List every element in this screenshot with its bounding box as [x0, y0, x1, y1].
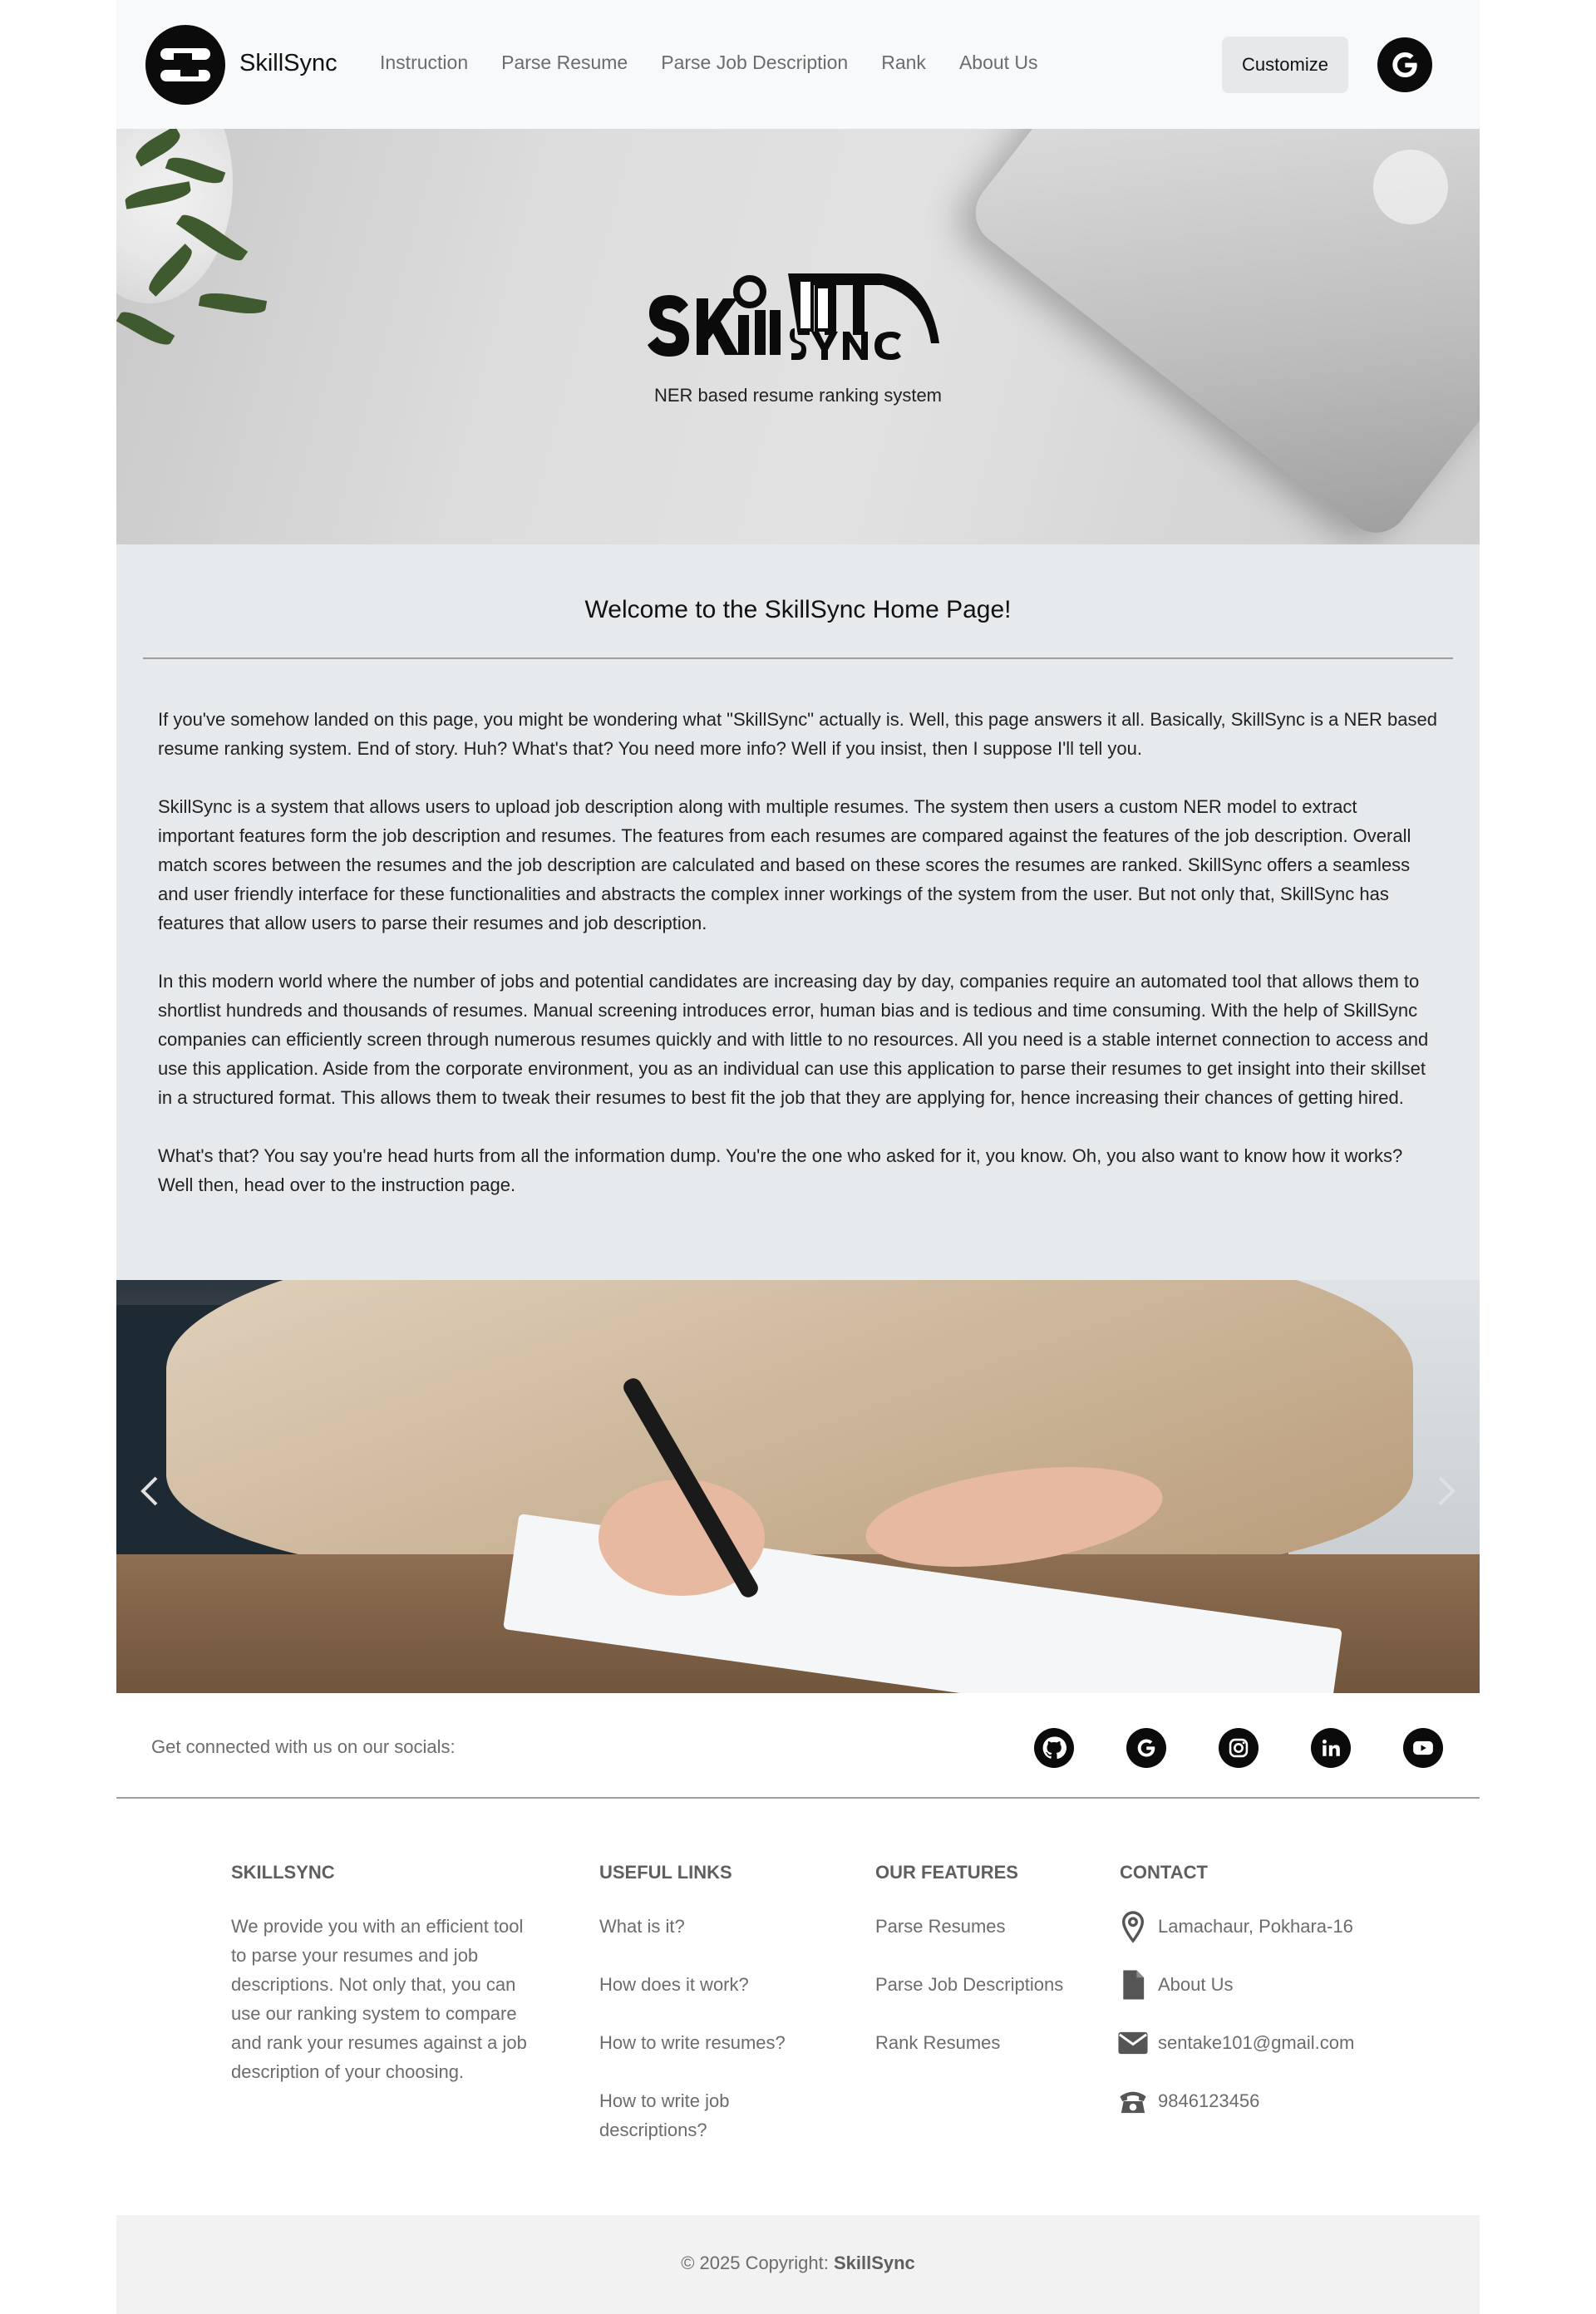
nav-link-parse-resume[interactable]: Parse Resume [501, 52, 628, 74]
contact-text: Lamachaur, Pokhara-16 [1158, 1915, 1353, 1937]
google-icon[interactable] [1126, 1728, 1166, 1768]
brand-name[interactable]: SkillSync [239, 50, 337, 77]
footer-link-rank-resumes[interactable]: Rank Resumes [875, 2028, 1091, 2057]
youtube-icon[interactable] [1403, 1728, 1443, 1768]
contact-text[interactable]: sentake101@gmail.com [1158, 2032, 1354, 2054]
page: SkillSync Instruction Parse Resume Parse… [116, 0, 1480, 2314]
footer-contact: Contact Lamachaur, Pokhara-16 About Us s… [1118, 1862, 1386, 2144]
copyright-prefix: © 2025 Copyright: [681, 2252, 834, 2273]
footer-link-how-to-write-job-descriptions[interactable]: How to write job descriptions? [599, 2086, 766, 2144]
footer-about: SkillSync We provide you with an efficie… [231, 1862, 530, 2086]
footer-heading: SkillSync [231, 1862, 335, 1883]
contact-email: sentake101@gmail.com [1118, 2028, 1386, 2057]
apple-logo-icon [1373, 150, 1448, 224]
copyright-text: © 2025 Copyright: SkillSync [116, 2252, 1480, 2274]
social-text: Get connected with us on our socials: [151, 1736, 456, 1757]
nav-link-instruction[interactable]: Instruction [380, 52, 468, 74]
google-icon[interactable] [1377, 37, 1432, 92]
footer-heading: Contact [1120, 1862, 1208, 1883]
social-bar: Get connected with us on our socials: [116, 1693, 1480, 1799]
footer-features: Our Features Parse Resumes Parse Job Des… [875, 1862, 1091, 2086]
contact-text[interactable]: About Us [1158, 1974, 1234, 1996]
document-icon [1116, 1968, 1150, 2001]
skillsync-logo [648, 273, 939, 360]
welcome-paragraph: What's that? You say you're head hurts f… [158, 1145, 1403, 1195]
chevron-left-icon[interactable] [133, 1473, 170, 1509]
copyright-bar: © 2025 Copyright: SkillSync [116, 2215, 1480, 2314]
nav-links: Instruction Parse Resume Parse Job Descr… [380, 52, 1071, 74]
welcome-body: If you've somehow landed on this page, y… [158, 705, 1438, 1228]
welcome-paragraph: SkillSync is a system that allows users … [158, 796, 1411, 933]
linkedin-icon[interactable] [1311, 1728, 1351, 1768]
footer-link-what-is-it[interactable]: What is it? [599, 1912, 815, 1941]
contact-text: 9846123456 [1158, 2090, 1260, 2111]
envelope-icon [1116, 2026, 1150, 2060]
map-pin-icon [1116, 1910, 1150, 1943]
navbar: SkillSync Instruction Parse Resume Parse… [116, 0, 1480, 129]
footer-link-parse-job-descriptions[interactable]: Parse Job Descriptions [875, 1970, 1091, 1999]
footer-link-how-to-write-resumes[interactable]: How to write resumes? [599, 2028, 815, 2057]
hero-banner: NER based resume ranking system [116, 129, 1480, 544]
phone-icon [1116, 2085, 1150, 2118]
nav-link-about-us[interactable]: About Us [959, 52, 1038, 74]
contact-about: About Us [1120, 1969, 1386, 2000]
welcome-paragraph: If you've somehow landed on this page, y… [158, 709, 1437, 759]
github-icon[interactable] [1034, 1728, 1074, 1768]
footer-link-how-does-it-work[interactable]: How does it work? [599, 1970, 815, 1999]
contact-address: Lamachaur, Pokhara-16 [1120, 1910, 1386, 1943]
customize-button[interactable]: Customize [1222, 37, 1348, 93]
welcome-section: Welcome to the SkillSync Home Page! If y… [116, 544, 1480, 1280]
nav-link-rank[interactable]: Rank [881, 52, 926, 74]
footer-link-parse-resumes[interactable]: Parse Resumes [875, 1912, 1091, 1941]
image-carousel [116, 1280, 1480, 1693]
chevron-right-icon[interactable] [1426, 1473, 1463, 1509]
contact-phone: 9846123456 [1120, 2086, 1386, 2115]
footer-heading: Useful links [599, 1862, 732, 1883]
footer-heading: Our Features [875, 1862, 1018, 1883]
footer-useful-links: Useful links What is it? How does it wor… [599, 1862, 815, 2174]
social-icons [1034, 1728, 1443, 1768]
instagram-icon[interactable] [1219, 1728, 1259, 1768]
hero-tagline: NER based resume ranking system [653, 385, 943, 406]
divider [143, 657, 1453, 659]
brand-logo-icon[interactable] [145, 25, 225, 105]
welcome-title: Welcome to the SkillSync Home Page! [584, 596, 1012, 623]
nav-link-parse-job-description[interactable]: Parse Job Description [661, 52, 848, 74]
copyright-brand-link[interactable]: SkillSync [834, 2252, 915, 2273]
footer-about-text: We provide you with an efficient tool to… [231, 1916, 527, 2082]
welcome-paragraph: In this modern world where the number of… [158, 971, 1429, 1108]
